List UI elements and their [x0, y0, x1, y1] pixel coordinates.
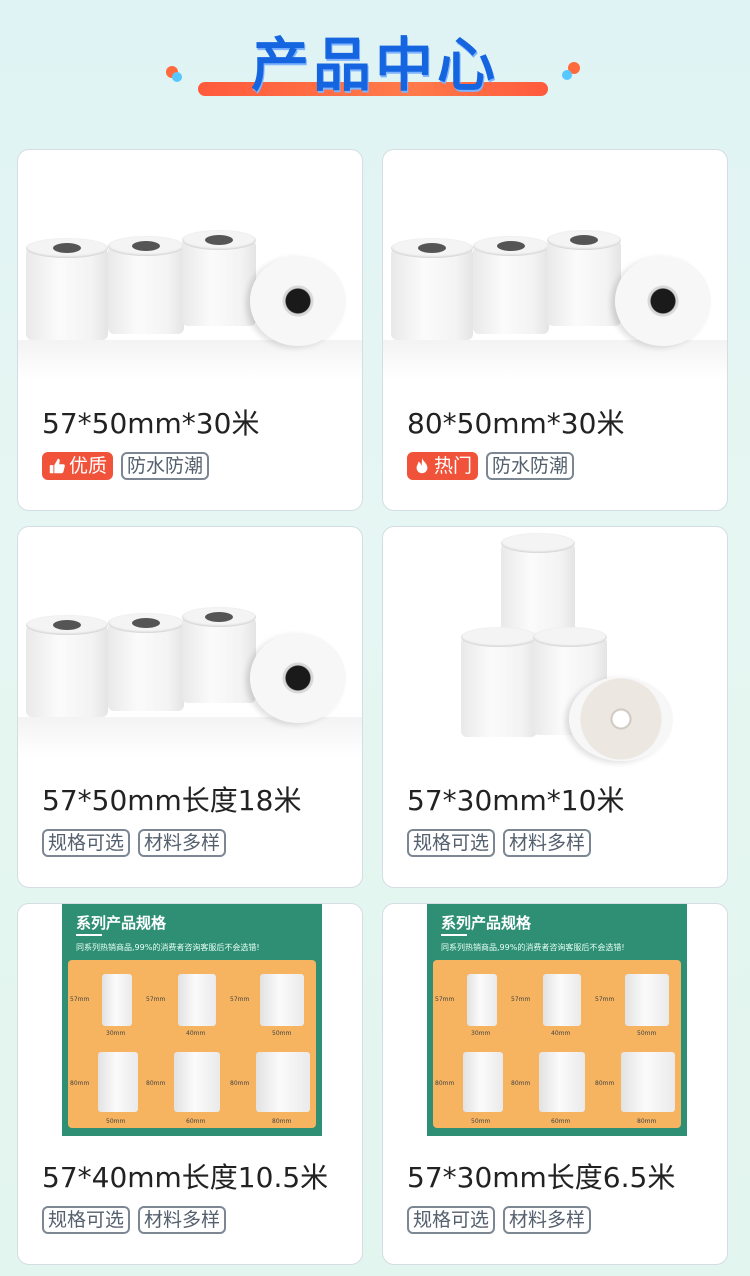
product-card[interactable]: 系列产品规格 同系列热销商品,99%的消费者咨询客服后不会选错! 57mm 30…: [382, 903, 728, 1265]
height-label: 80mm: [146, 1080, 166, 1087]
feature-tag: 规格可选: [407, 1206, 496, 1234]
product-name: 57*50mm长度18米: [42, 784, 302, 817]
product-image: [18, 527, 362, 767]
feature-tag: 材料多样: [138, 829, 227, 857]
height-label: 80mm: [435, 1080, 455, 1087]
feature-tag: 防水防潮: [121, 452, 210, 480]
height-label: 57mm: [511, 996, 531, 1003]
section-header: 产品中心: [0, 0, 750, 130]
width-label: 80mm: [272, 1118, 292, 1125]
width-label: 40mm: [186, 1030, 206, 1037]
height-label: 80mm: [70, 1080, 90, 1087]
feature-tag: 材料多样: [503, 1206, 592, 1234]
feature-tag: 规格可选: [42, 1206, 131, 1234]
height-label: 80mm: [230, 1080, 250, 1087]
width-label: 50mm: [637, 1030, 657, 1037]
feature-tag: 防水防潮: [486, 452, 575, 480]
poster-title: 系列产品规格: [76, 914, 167, 932]
product-name: 80*50mm*30米: [407, 407, 625, 440]
badge-label: 优质: [69, 455, 108, 477]
page-title: 产品中心: [250, 31, 499, 99]
feature-tag: 材料多样: [503, 829, 592, 857]
poster-subtitle: 同系列热销商品,99%的消费者咨询客服后不会选错!: [441, 943, 625, 952]
decor-dot: [562, 70, 572, 80]
spec-poster: 系列产品规格 同系列热销商品,99%的消费者咨询客服后不会选错! 57mm 30…: [427, 904, 687, 1136]
feature-tag: 材料多样: [138, 1206, 227, 1234]
product-card[interactable]: 57*50mm*30米 优质 防水防潮: [17, 149, 363, 511]
badge-premium: 优质: [42, 452, 114, 480]
width-label: 60mm: [551, 1118, 571, 1125]
badge-label: 热门: [434, 455, 473, 477]
badge-hot: 热门: [407, 452, 479, 480]
product-image: [18, 150, 362, 390]
product-name: 57*50mm*30米: [42, 407, 260, 440]
feature-tag: 规格可选: [42, 829, 131, 857]
width-label: 40mm: [551, 1030, 571, 1037]
product-card[interactable]: 系列产品规格 同系列热销商品,99%的消费者咨询客服后不会选错! 57mm 30…: [17, 903, 363, 1265]
product-image: [383, 527, 727, 767]
width-label: 50mm: [272, 1030, 292, 1037]
height-label: 57mm: [230, 996, 250, 1003]
product-card[interactable]: 57*50mm长度18米 规格可选 材料多样: [17, 526, 363, 888]
width-label: 60mm: [186, 1118, 206, 1125]
width-label: 80mm: [637, 1118, 657, 1125]
product-name: 57*30mm长度6.5米: [407, 1161, 676, 1194]
thumbs-up-icon: [49, 458, 65, 474]
poster-subtitle: 同系列热销商品,99%的消费者咨询客服后不会选错!: [76, 943, 260, 952]
width-label: 50mm: [106, 1118, 126, 1125]
width-label: 30mm: [106, 1030, 126, 1037]
height-label: 80mm: [511, 1080, 531, 1087]
poster-title: 系列产品规格: [441, 914, 532, 932]
width-label: 30mm: [471, 1030, 491, 1037]
product-name: 57*30mm*10米: [407, 784, 625, 817]
width-label: 50mm: [471, 1118, 491, 1125]
height-label: 80mm: [595, 1080, 615, 1087]
height-label: 57mm: [70, 996, 90, 1003]
height-label: 57mm: [435, 996, 455, 1003]
height-label: 57mm: [146, 996, 166, 1003]
product-name: 57*40mm长度10.5米: [42, 1161, 329, 1194]
feature-tag: 规格可选: [407, 829, 496, 857]
product-image: [383, 150, 727, 390]
spec-poster: 系列产品规格 同系列热销商品,99%的消费者咨询客服后不会选错! 57mm 30…: [62, 904, 322, 1136]
height-label: 57mm: [595, 996, 615, 1003]
product-card[interactable]: 80*50mm*30米 热门 防水防潮: [382, 149, 728, 511]
flame-icon: [416, 457, 428, 474]
product-card[interactable]: 57*30mm*10米 规格可选 材料多样: [382, 526, 728, 888]
